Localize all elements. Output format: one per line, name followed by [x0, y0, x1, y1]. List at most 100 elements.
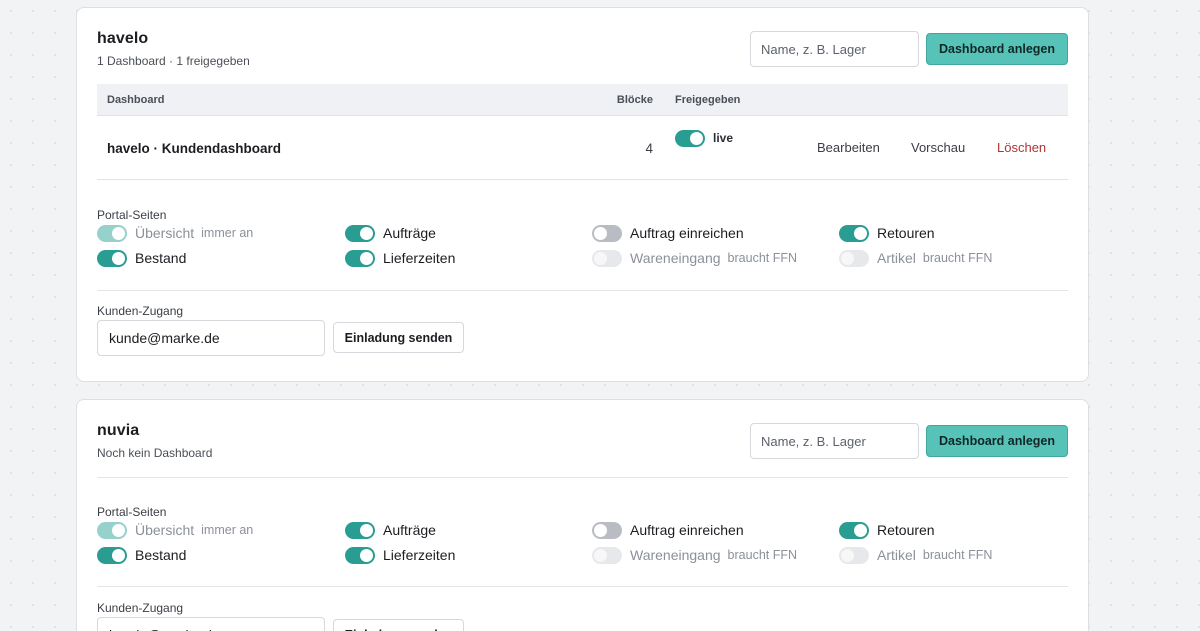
create-dashboard-button[interactable]: Dashboard anlegen	[926, 33, 1068, 65]
toggle-switch	[592, 546, 622, 564]
toggle-switch[interactable]	[97, 546, 127, 564]
toggle-switch	[592, 249, 622, 267]
page-toggle-auftraege[interactable]: Aufträge	[345, 521, 436, 539]
toggle-switch	[97, 521, 127, 539]
toggle-knob	[594, 523, 607, 537]
page-toggle-auftraege[interactable]: Aufträge	[345, 224, 436, 242]
client-subtitle: 1 Dashboard · 1 freigegeben	[97, 54, 250, 68]
page-label: Lieferzeiten	[383, 250, 456, 266]
dashboard-name-input[interactable]	[750, 31, 919, 67]
page-toggle-artikel: Artikel braucht FFN	[839, 249, 992, 267]
page-toggle-auftrag-einreichen[interactable]: Auftrag einreichen	[592, 224, 744, 242]
toggle-switch[interactable]	[345, 249, 375, 267]
client-name: havelo	[97, 30, 149, 47]
email-field[interactable]	[97, 320, 325, 356]
delete-link[interactable]: Löschen	[997, 140, 1046, 155]
portal-pages-grid: Übersicht immer an Aufträge Auftrag einr…	[97, 521, 1068, 571]
send-invite-button[interactable]: Einladung senden	[333, 619, 464, 631]
page-note: braucht FFN	[922, 251, 993, 265]
page-label: Bestand	[135, 250, 187, 266]
toggle-knob	[854, 226, 867, 240]
edit-link[interactable]: Bearbeiten	[817, 140, 880, 155]
toggle-knob	[112, 226, 125, 240]
customer-access-title: Kunden-Zugang	[97, 601, 184, 615]
portal-pages-title: Portal-Seiten	[97, 505, 167, 519]
customer-access-section: Kunden-Zugang Einladung senden	[97, 601, 1068, 631]
page-toggle-bestand[interactable]: Bestand	[97, 546, 186, 564]
live-status: live	[713, 131, 734, 145]
toggle-switch	[97, 224, 127, 242]
toggle-knob	[360, 226, 373, 240]
client-name: nuvia	[97, 422, 140, 439]
page-toggle-lieferzeiten[interactable]: Lieferzeiten	[345, 249, 455, 267]
page-label: Wareneingang	[630, 547, 721, 563]
toggle-switch[interactable]	[97, 249, 127, 267]
customer-access-title: Kunden-Zugang	[97, 304, 184, 318]
toggle-knob	[112, 251, 125, 265]
page-toggle-auftrag-einreichen[interactable]: Auftrag einreichen	[592, 521, 744, 539]
page-toggle-lieferzeiten[interactable]: Lieferzeiten	[345, 546, 455, 564]
page-note: immer an	[201, 523, 254, 537]
toggle-switch[interactable]	[839, 224, 869, 242]
toggle-switch	[839, 546, 869, 564]
column-header-dashboard: Dashboard	[107, 94, 165, 106]
toggle-knob	[360, 523, 373, 537]
create-dashboard-button[interactable]: Dashboard anlegen	[926, 425, 1068, 457]
block-count: 4	[645, 141, 653, 156]
page-toggle-uebersicht: Übersicht immer an	[97, 521, 253, 539]
toggle-knob	[594, 251, 607, 265]
column-header-shared: Freigegeben	[675, 94, 741, 106]
card-header: nuvia Noch kein Dashboard Dashboard anle…	[97, 400, 1068, 470]
shared-toggle[interactable]	[675, 130, 705, 152]
dashboard-table: Dashboard Blöcke Freigegeben havelo · Ku…	[97, 84, 1068, 180]
page-note: immer an	[201, 226, 254, 240]
toggle-switch[interactable]	[592, 521, 622, 539]
send-invite-button[interactable]: Einladung senden	[333, 322, 464, 353]
preview-link[interactable]: Vorschau	[911, 140, 965, 155]
toggle-knob	[594, 226, 607, 240]
portal-pages-grid: Übersicht immer an Aufträge Auftrag einr…	[97, 224, 1068, 274]
table-header: Dashboard Blöcke Freigegeben	[97, 84, 1068, 116]
toggle-switch[interactable]	[345, 546, 375, 564]
page-label: Wareneingang	[630, 250, 721, 266]
toggle-switch[interactable]	[345, 224, 375, 242]
email-field[interactable]	[97, 617, 325, 631]
toggle-switch[interactable]	[675, 130, 705, 147]
page-label: Artikel	[877, 547, 916, 563]
toggle-knob	[360, 548, 373, 562]
toggle-knob	[854, 523, 867, 537]
column-header-blocks: Blöcke	[616, 94, 653, 106]
portal-pages-section: Portal-Seiten Übersicht immer an Aufträg…	[97, 208, 1068, 267]
page-toggle-bestand[interactable]: Bestand	[97, 249, 186, 267]
toggle-knob	[594, 548, 607, 562]
page-label: Lieferzeiten	[383, 547, 456, 563]
toggle-switch[interactable]	[592, 224, 622, 242]
page-label: Aufträge	[383, 522, 436, 538]
toggle-knob	[112, 523, 125, 537]
page-toggle-wareneingang: Wareneingang braucht FFN	[592, 249, 797, 267]
customer-access-section: Kunden-Zugang Einladung senden	[97, 304, 1068, 356]
dashboard-name: havelo · Kundendashboard	[107, 141, 282, 156]
divider	[97, 290, 1068, 291]
divider	[97, 586, 1068, 587]
toggle-switch	[839, 249, 869, 267]
toggle-switch[interactable]	[839, 521, 869, 539]
page-label: Artikel	[877, 250, 916, 266]
page-toggle-wareneingang: Wareneingang braucht FFN	[592, 546, 797, 564]
page-toggle-uebersicht: Übersicht immer an	[97, 224, 253, 242]
page-toggle-retouren[interactable]: Retouren	[839, 521, 935, 539]
client-subtitle: Noch kein Dashboard	[97, 446, 213, 460]
dashboard-name-input[interactable]	[750, 423, 919, 459]
page-toggle-retouren[interactable]: Retouren	[839, 224, 935, 242]
portal-pages-section: Portal-Seiten Übersicht immer an Aufträg…	[97, 505, 1068, 564]
page-note: braucht FFN	[727, 251, 798, 265]
toggle-knob	[690, 132, 703, 145]
page-label: Auftrag einreichen	[630, 225, 744, 241]
client-card-nuvia: nuvia Noch kein Dashboard Dashboard anle…	[76, 399, 1089, 631]
card-header: havelo 1 Dashboard · 1 freigegeben Dashb…	[97, 8, 1068, 78]
toggle-switch[interactable]	[345, 521, 375, 539]
toggle-knob	[841, 251, 854, 265]
page-label: Aufträge	[383, 225, 436, 241]
page-label: Übersicht	[135, 225, 195, 241]
page-label: Bestand	[135, 547, 187, 563]
